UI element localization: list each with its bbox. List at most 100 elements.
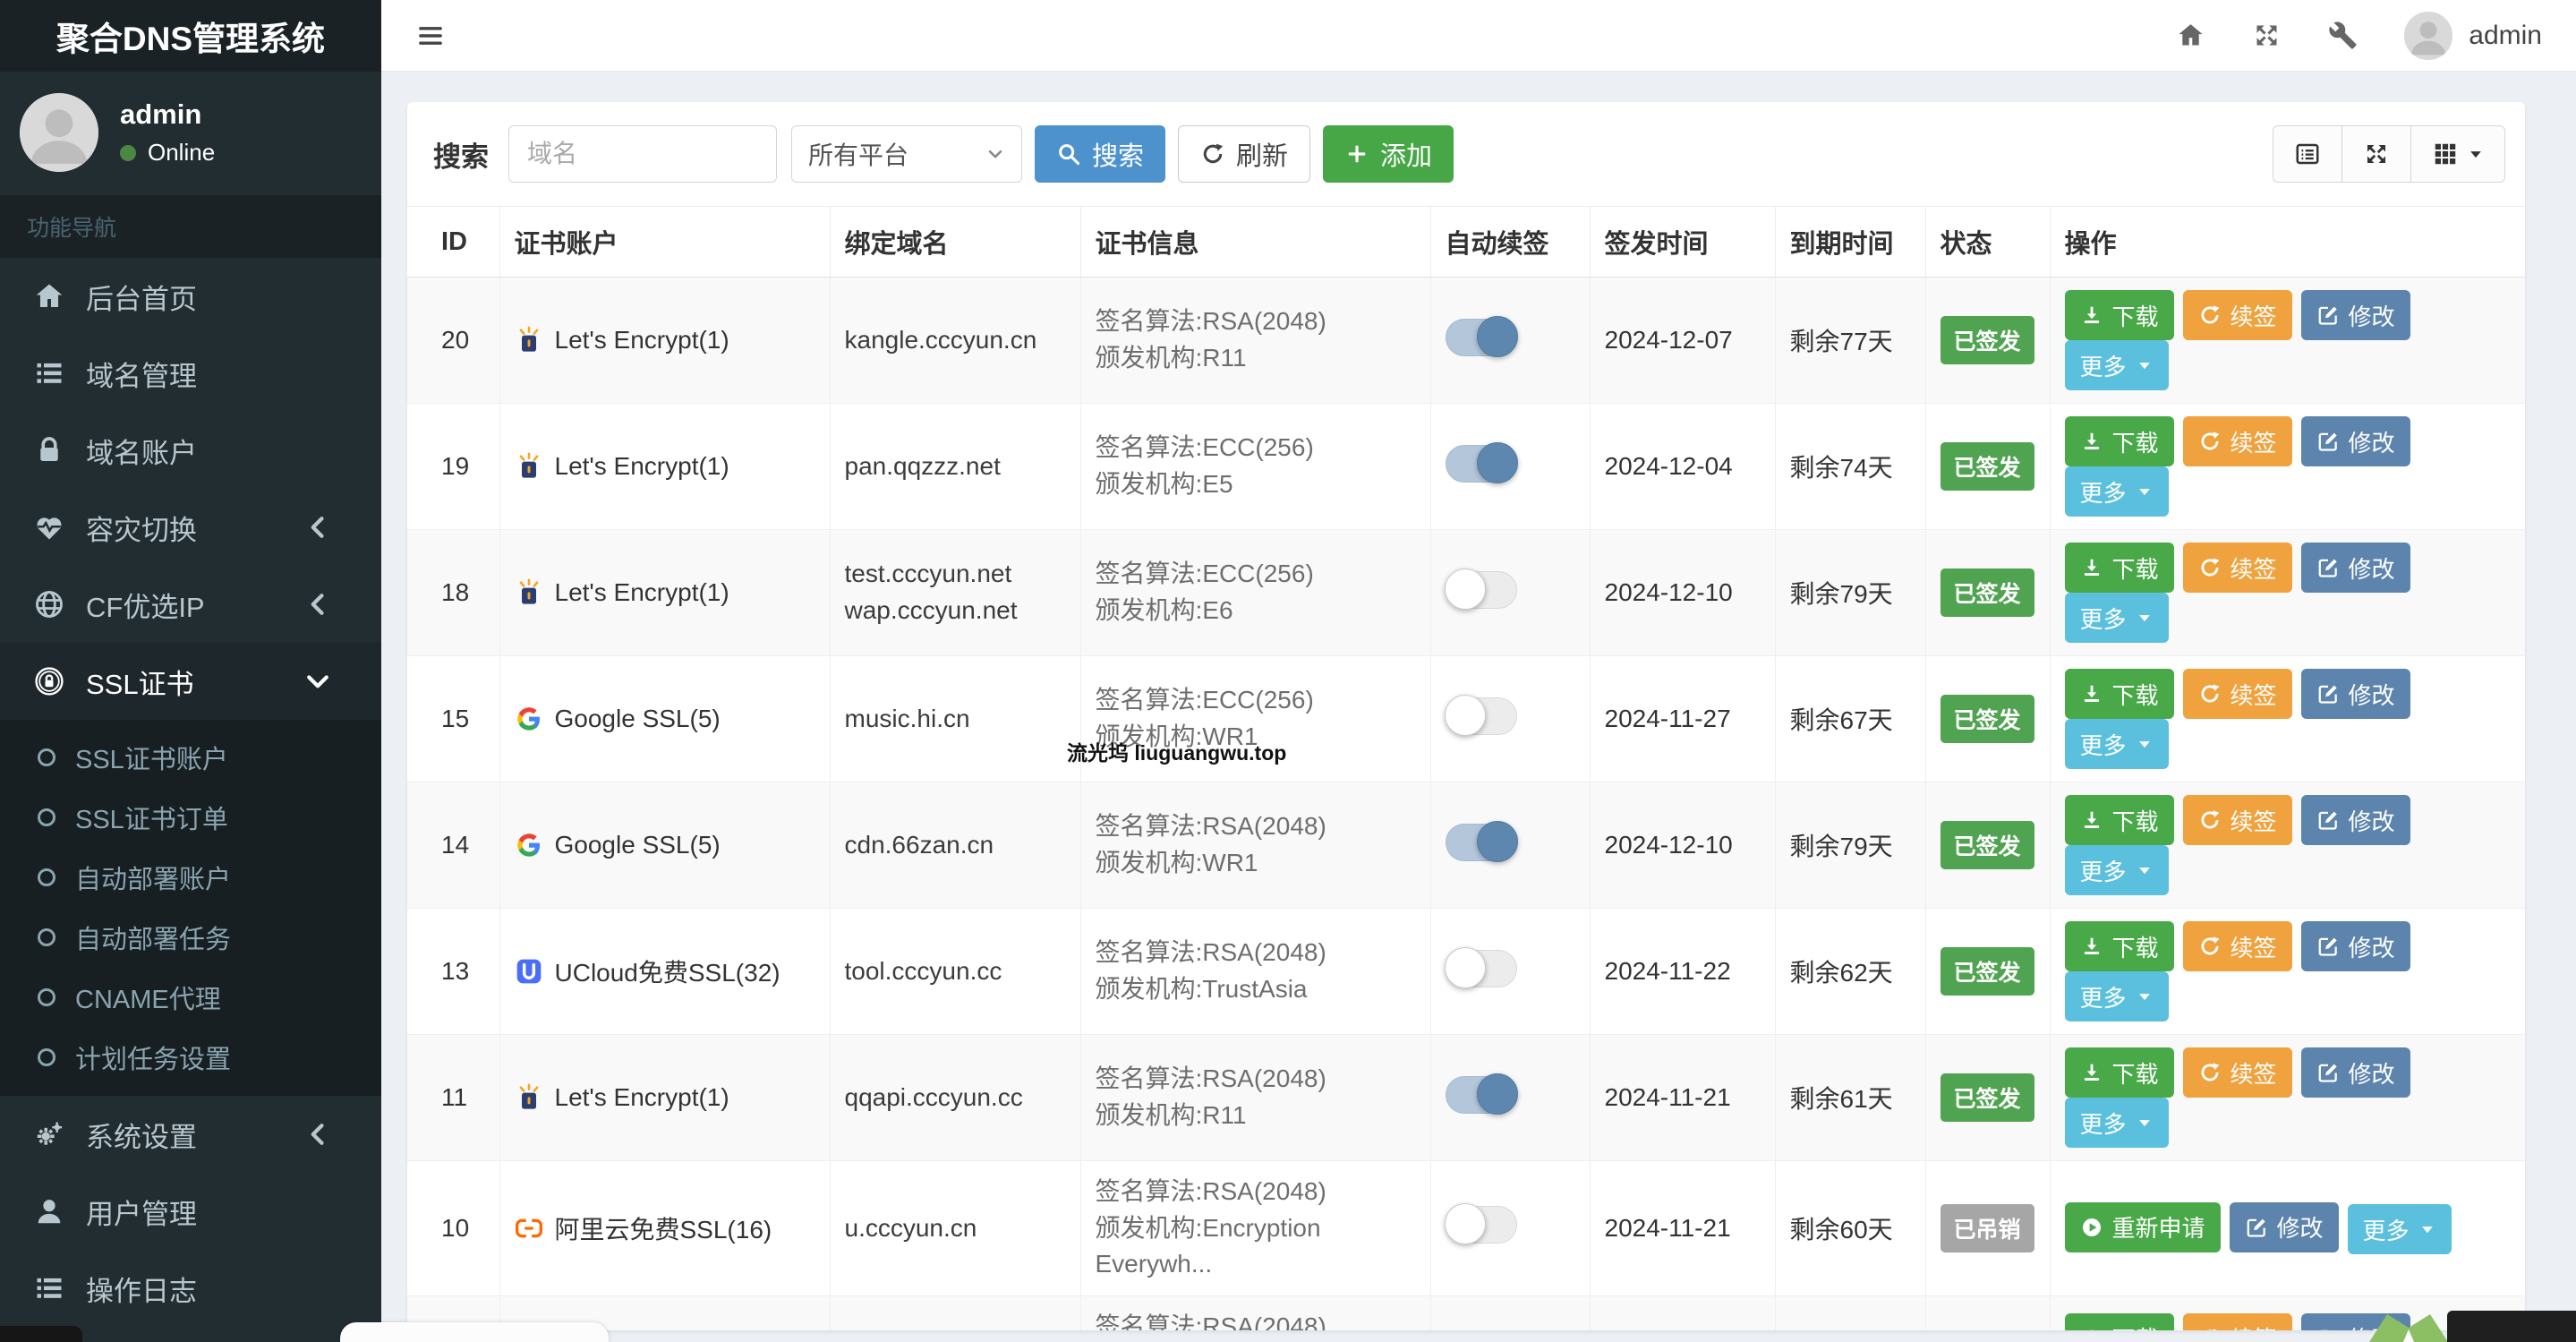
lock-icon	[30, 434, 68, 466]
renew-button[interactable]: 续签	[2182, 921, 2292, 971]
edit-button[interactable]: 修改	[2300, 921, 2410, 971]
refresh-button[interactable]: 刷新	[1178, 125, 1311, 183]
auto-renew-toggle[interactable]	[1444, 946, 1517, 988]
bottom-right-dark-widget[interactable]	[2447, 1311, 2576, 1342]
edit-button[interactable]: 修改	[2229, 1201, 2339, 1252]
edit-icon	[2316, 556, 2340, 579]
circle-icon	[38, 987, 55, 1006]
auto-renew-toggle[interactable]	[1445, 315, 1518, 357]
renew-button[interactable]: 续签	[2182, 1047, 2292, 1098]
sidebar-item-cron-settings[interactable]: 计划任务设置	[0, 1027, 381, 1087]
col-auto-renew: 自动续签	[1429, 206, 1590, 278]
more-button[interactable]: 更多	[2064, 1098, 2169, 1148]
dns-admin-app: 聚合DNS管理系统 admin Online 功能导航 后台首页 域名管理 域名…	[0, 0, 2576, 1342]
download-button[interactable]: 下载	[2064, 1047, 2174, 1098]
auto-renew-toggle[interactable]	[1444, 1203, 1517, 1245]
sidebar-toggle-button[interactable]	[415, 21, 446, 51]
renew-button[interactable]: 续签	[2182, 416, 2292, 466]
more-button[interactable]: 更多	[2064, 593, 2169, 643]
cell-auto-renew	[1429, 655, 1590, 782]
auto-renew-toggle[interactable]	[1445, 1073, 1518, 1115]
reapply-button[interactable]: 重新申请	[2064, 1201, 2221, 1252]
download-button[interactable]: 下载	[2064, 290, 2174, 340]
download-button[interactable]: 下载	[2064, 669, 2174, 719]
home-icon[interactable]	[2176, 21, 2205, 50]
sidebar-item-system-settings[interactable]: 系统设置	[0, 1096, 381, 1173]
auto-renew-toggle[interactable]	[1445, 441, 1518, 483]
sidebar-item-deploy-accounts[interactable]: 自动部署账户	[0, 847, 381, 907]
sidebar-item-domain-manage[interactable]: 域名管理	[0, 335, 381, 412]
renew-button[interactable]: 续签	[2182, 290, 2292, 340]
download-button[interactable]: 下载	[2064, 1312, 2174, 1330]
sidebar-item-cname-proxy[interactable]: CNAME代理	[0, 967, 381, 1027]
fullscreen-icon[interactable]	[2252, 21, 2282, 50]
bottom-right-green-widget[interactable]	[2367, 1311, 2450, 1342]
app-logo[interactable]: 聚合DNS管理系统	[0, 0, 381, 72]
status-badge: 已签发	[1940, 316, 2034, 364]
edit-icon	[2316, 1327, 2340, 1330]
edit-button[interactable]: 修改	[2300, 669, 2410, 719]
table-row: 14 Google SSL(5) cdn.66zan.cn 签名算法:RSA(2…	[407, 782, 2525, 909]
edit-icon	[2316, 430, 2340, 453]
edit-button[interactable]: 修改	[2300, 1047, 2410, 1098]
sidebar-item-deploy-tasks[interactable]: 自动部署任务	[0, 907, 381, 967]
edit-button[interactable]: 修改	[2300, 543, 2410, 593]
col-id: ID	[407, 206, 499, 278]
table-row: 15 Google SSL(5) music.hi.cn 签名算法:ECC(25…	[407, 655, 2525, 782]
sidebar-item-user-manage[interactable]: 用户管理	[0, 1173, 381, 1250]
cell-actions: 重新申请 修改 更多	[2049, 1160, 2525, 1296]
cell-cert-info: 签名算法:ECC(256) 颁发机构:E6	[1079, 529, 1430, 656]
col-issued: 签发时间	[1589, 206, 1775, 278]
more-button[interactable]: 更多	[2064, 466, 2169, 517]
columns-dropdown-button[interactable]	[2410, 125, 2505, 183]
wrench-icon[interactable]	[2328, 21, 2358, 50]
toggle-view-button[interactable]	[2273, 125, 2342, 183]
auto-renew-toggle[interactable]	[1444, 568, 1517, 610]
sidebar-item-ssl-cert[interactable]: SSL证书	[0, 643, 381, 720]
letsencrypt-icon	[515, 1083, 543, 1112]
download-icon	[2080, 935, 2103, 958]
navbar-account[interactable]: admin	[2404, 11, 2542, 60]
cell-auto-renew	[1429, 529, 1590, 656]
download-button[interactable]: 下载	[2064, 921, 2174, 971]
table-fullscreen-button[interactable]	[2341, 125, 2411, 183]
download-button[interactable]: 下载	[2064, 795, 2174, 845]
sidebar-item-op-logs[interactable]: 操作日志	[0, 1250, 381, 1327]
sidebar-item-ssl-accounts[interactable]: SSL证书账户	[0, 727, 381, 787]
cell-account: Let's Encrypt(1)	[499, 529, 830, 656]
search-button[interactable]: 搜索	[1035, 125, 1166, 183]
auto-renew-toggle[interactable]	[1444, 694, 1517, 736]
renew-button[interactable]: 续签	[2182, 795, 2292, 845]
cell-domains: pan.qqzzz.net	[829, 403, 1080, 530]
search-input[interactable]	[508, 125, 777, 183]
sidebar-item-dashboard[interactable]: 后台首页	[0, 258, 381, 335]
renew-button[interactable]: 续签	[2182, 543, 2292, 593]
download-icon	[2080, 303, 2103, 327]
cell-account: Let's Encrypt(1)	[499, 277, 830, 404]
sidebar-item-failover[interactable]: 容灾切换	[0, 489, 381, 566]
auto-renew-toggle[interactable]	[1445, 820, 1518, 862]
table-row: 18 Let's Encrypt(1) test.cccyun.net wap.c…	[407, 529, 2525, 656]
more-button[interactable]: 更多	[2064, 971, 2169, 1021]
more-button[interactable]: 更多	[2064, 719, 2169, 769]
cell-id: 13	[407, 908, 499, 1035]
edit-button[interactable]: 修改	[2300, 416, 2410, 466]
download-button[interactable]: 下载	[2064, 543, 2174, 593]
renew-button[interactable]: 续签	[2182, 669, 2292, 719]
edit-button[interactable]: 修改	[2300, 290, 2410, 340]
user-icon	[30, 1195, 68, 1227]
more-button[interactable]: 更多	[2347, 1204, 2452, 1255]
letsencrypt-icon	[515, 578, 543, 607]
more-button[interactable]: 更多	[2064, 340, 2169, 390]
add-button[interactable]: 添加	[1323, 125, 1454, 183]
edit-button[interactable]: 修改	[2300, 795, 2410, 845]
sidebar-item-ssl-orders[interactable]: SSL证书订单	[0, 787, 381, 847]
status-badge: 已签发	[1940, 568, 2034, 617]
sidebar-item-domain-accounts[interactable]: 域名账户	[0, 412, 381, 489]
more-button[interactable]: 更多	[2064, 845, 2169, 895]
sidebar-item-cf-ip[interactable]: CF优选IP	[0, 566, 381, 643]
platform-select[interactable]: 所有平台	[791, 125, 1022, 183]
download-button[interactable]: 下载	[2064, 416, 2174, 466]
renew-button[interactable]: 续签	[2182, 1312, 2292, 1330]
cell-id: 18	[407, 529, 499, 656]
